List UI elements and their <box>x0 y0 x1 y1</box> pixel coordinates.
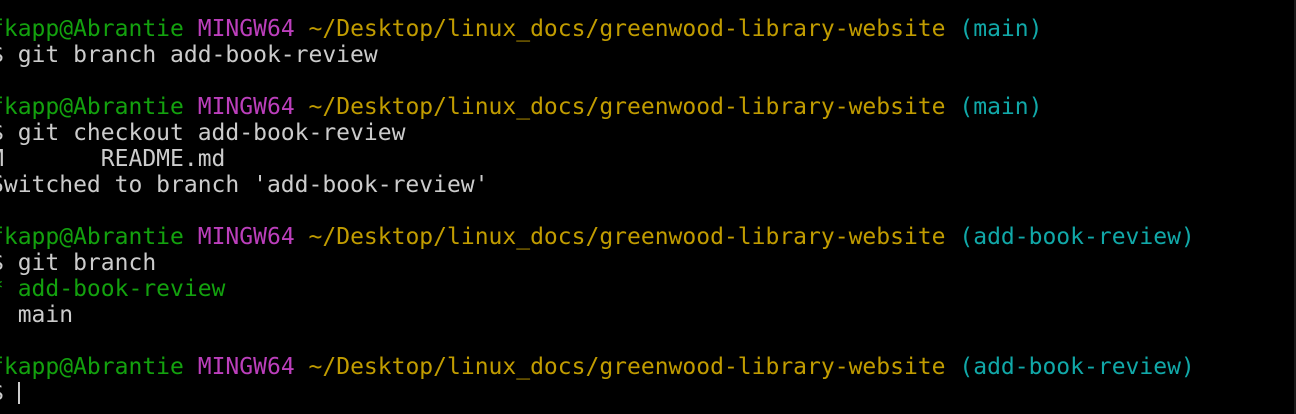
prompt-env: MINGW64 <box>197 354 295 380</box>
prompt-user-host: fkapp@Abrantie <box>0 94 184 120</box>
prompt-branch: (main) <box>959 94 1043 120</box>
command-line-3: $ git branch <box>0 250 1195 276</box>
command-prompt-symbol: $ <box>0 380 18 406</box>
prompt-branch: (add-book-review) <box>959 354 1195 380</box>
prompt-branch: (add-book-review) <box>959 224 1195 250</box>
prompt-env: MINGW64 <box>197 16 295 42</box>
text-cursor <box>17 382 20 404</box>
branch-list-item: main <box>17 302 74 328</box>
prompt-env: MINGW64 <box>197 94 295 120</box>
prompt-user-host: fkapp@Abrantie <box>0 16 184 42</box>
prompt-line-1: fkapp@Abrantie MINGW64 ~/Desktop/linux_d… <box>0 16 1195 42</box>
output-text: M README.md <box>0 146 226 172</box>
prompt-line-4: fkapp@Abrantie MINGW64 ~/Desktop/linux_d… <box>0 354 1195 380</box>
prompt-user-host: fkapp@Abrantie <box>0 354 184 380</box>
command-text: $ git checkout add-book-review <box>0 120 406 146</box>
command-input-line[interactable]: $ <box>0 380 1195 406</box>
terminal-output: fkapp@Abrantie MINGW64 ~/Desktop/linux_d… <box>0 16 1195 406</box>
command-text: $ git branch <box>0 250 157 276</box>
prompt-path: ~/Desktop/linux_docs/greenwood-library-w… <box>308 354 946 380</box>
output-switched-branch: Switched to branch 'add-book-review' <box>0 172 1195 198</box>
prompt-user-host: fkapp@Abrantie <box>0 224 184 250</box>
terminal-window[interactable]: fkapp@Abrantie MINGW64 ~/Desktop/linux_d… <box>0 0 1296 414</box>
prompt-line-2: fkapp@Abrantie MINGW64 ~/Desktop/linux_d… <box>0 94 1195 120</box>
prompt-line-3: fkapp@Abrantie MINGW64 ~/Desktop/linux_d… <box>0 224 1195 250</box>
prompt-path: ~/Desktop/linux_docs/greenwood-library-w… <box>308 224 946 250</box>
prompt-env: MINGW64 <box>197 224 295 250</box>
command-line-2: $ git checkout add-book-review <box>0 120 1195 146</box>
output-text: Switched to branch 'add-book-review' <box>0 172 489 198</box>
output-modified-file: M README.md <box>0 146 1195 172</box>
prompt-branch: (main) <box>959 16 1043 42</box>
command-line-1: $ git branch add-book-review <box>0 42 1195 68</box>
output-current-branch: * add-book-review <box>0 276 1195 302</box>
branch-list-item-current: * add-book-review <box>0 276 226 302</box>
command-text: $ git branch add-book-review <box>0 42 378 68</box>
prompt-path: ~/Desktop/linux_docs/greenwood-library-w… <box>308 94 946 120</box>
output-other-branch: main <box>0 302 1195 328</box>
prompt-path: ~/Desktop/linux_docs/greenwood-library-w… <box>308 16 946 42</box>
